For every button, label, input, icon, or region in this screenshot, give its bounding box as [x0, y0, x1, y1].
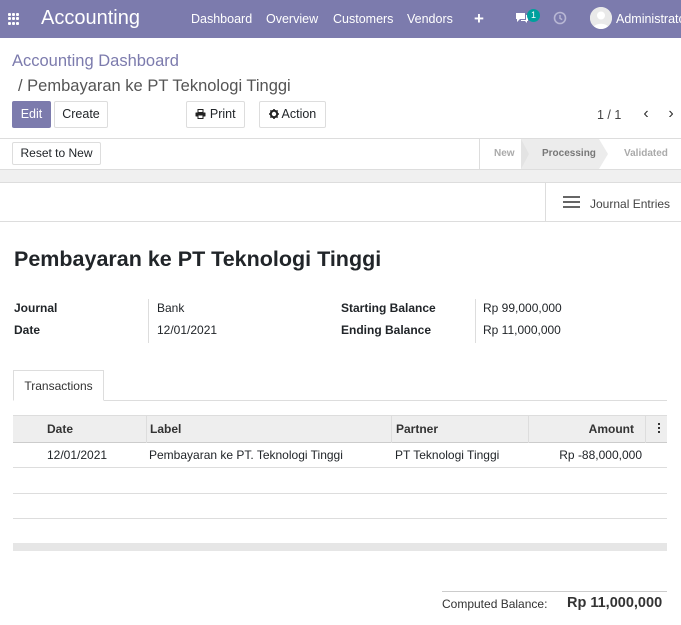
- edit-button[interactable]: Edit: [12, 101, 51, 128]
- journal-label: Journal: [14, 301, 58, 315]
- bars-icon: [563, 196, 580, 209]
- column-date[interactable]: Date: [43, 416, 73, 443]
- clock-icon[interactable]: [553, 11, 567, 25]
- optional-columns-icon[interactable]: [658, 423, 661, 435]
- gear-icon: [268, 109, 279, 119]
- menu-customers[interactable]: Customers: [333, 12, 393, 26]
- date-value: 12/01/2021: [157, 323, 218, 337]
- menu-vendors[interactable]: Vendors: [407, 12, 453, 26]
- print-label: Print: [209, 107, 236, 121]
- table-row[interactable]: 12/01/2021 Pembayaran ke PT. Teknologi T…: [13, 443, 667, 468]
- date-label: Date: [14, 323, 41, 337]
- message-count-badge: 1: [527, 9, 540, 22]
- column-partner[interactable]: Partner: [392, 416, 438, 443]
- computed-balance-value: Rp 11,000,000: [567, 595, 663, 611]
- apps-menu-icon[interactable]: [8, 13, 20, 25]
- column-amount[interactable]: Amount: [528, 416, 634, 443]
- action-button[interactable]: Action: [259, 101, 326, 128]
- row-partner[interactable]: PT Teknologi Tinggi: [395, 443, 499, 468]
- row-label[interactable]: Pembayaran ke PT. Teknologi Tinggi: [149, 443, 343, 468]
- field-separator: [148, 299, 149, 343]
- stage-processing[interactable]: Processing: [542, 148, 596, 159]
- record-title: Pembayaran ke PT Teknologi Tinggi: [14, 247, 382, 271]
- table-row-empty: [13, 494, 667, 519]
- journal-value: Bank: [157, 301, 185, 315]
- app-title[interactable]: Accounting: [41, 7, 140, 30]
- user-icon: [590, 7, 612, 29]
- total-divider: [442, 591, 667, 592]
- sheet-background-band: [0, 170, 681, 182]
- reset-to-new-button[interactable]: Reset to New: [12, 142, 101, 165]
- pager-next-icon[interactable]: ›: [661, 103, 681, 125]
- menu-overview[interactable]: Overview: [266, 12, 318, 26]
- pager-value[interactable]: 1 / 1: [597, 108, 621, 122]
- stage-new[interactable]: New: [494, 148, 515, 159]
- journal-entries-button[interactable]: Journal Entries: [545, 183, 681, 221]
- tab-transactions[interactable]: Transactions: [13, 370, 104, 401]
- pager-previous-icon[interactable]: ‹: [636, 103, 656, 125]
- tab-baseline: [13, 400, 667, 401]
- starting-balance-value: Rp 99,000,000: [483, 301, 562, 315]
- breadcrumb-root-link[interactable]: Accounting Dashboard: [12, 52, 179, 71]
- column-separator: [645, 416, 646, 443]
- user-avatar[interactable]: [590, 7, 612, 29]
- menu-dashboard[interactable]: Dashboard: [191, 12, 252, 26]
- stage-separator: [599, 139, 608, 169]
- stage-indicator: New Processing Validated: [479, 139, 681, 169]
- table-header: Date Label Partner Amount: [13, 415, 667, 443]
- action-label: Action: [281, 107, 317, 121]
- stage-separator: [521, 139, 529, 169]
- divider: [0, 221, 681, 222]
- printer-icon: [195, 109, 206, 119]
- column-label[interactable]: Label: [146, 416, 181, 443]
- table-row-empty: [13, 469, 667, 494]
- ending-balance-label: Ending Balance: [341, 323, 432, 337]
- ending-balance-value: Rp 11,000,000: [483, 323, 561, 337]
- top-navbar: Accounting Dashboard Overview Customers …: [0, 0, 681, 38]
- print-button[interactable]: Print: [186, 101, 245, 128]
- row-amount[interactable]: Rp -88,000,000: [528, 443, 642, 468]
- table-row-empty: [13, 519, 667, 544]
- journal-entries-label: Journal Entries: [590, 197, 671, 211]
- create-button[interactable]: Create: [54, 101, 108, 128]
- row-date[interactable]: 12/01/2021: [47, 443, 107, 468]
- status-bar: Reset to New New Processing Validated: [0, 139, 681, 169]
- table-footer: [13, 543, 667, 551]
- breadcrumb-current: / Pembayaran ke PT Teknologi Tinggi: [18, 77, 291, 95]
- stage-validated[interactable]: Validated: [624, 148, 668, 159]
- plus-icon[interactable]: +: [474, 9, 484, 29]
- field-separator: [475, 299, 476, 343]
- computed-balance-label: Computed Balance:: [442, 597, 548, 611]
- starting-balance-label: Starting Balance: [341, 301, 436, 315]
- user-menu-name[interactable]: Administrator: [616, 12, 681, 26]
